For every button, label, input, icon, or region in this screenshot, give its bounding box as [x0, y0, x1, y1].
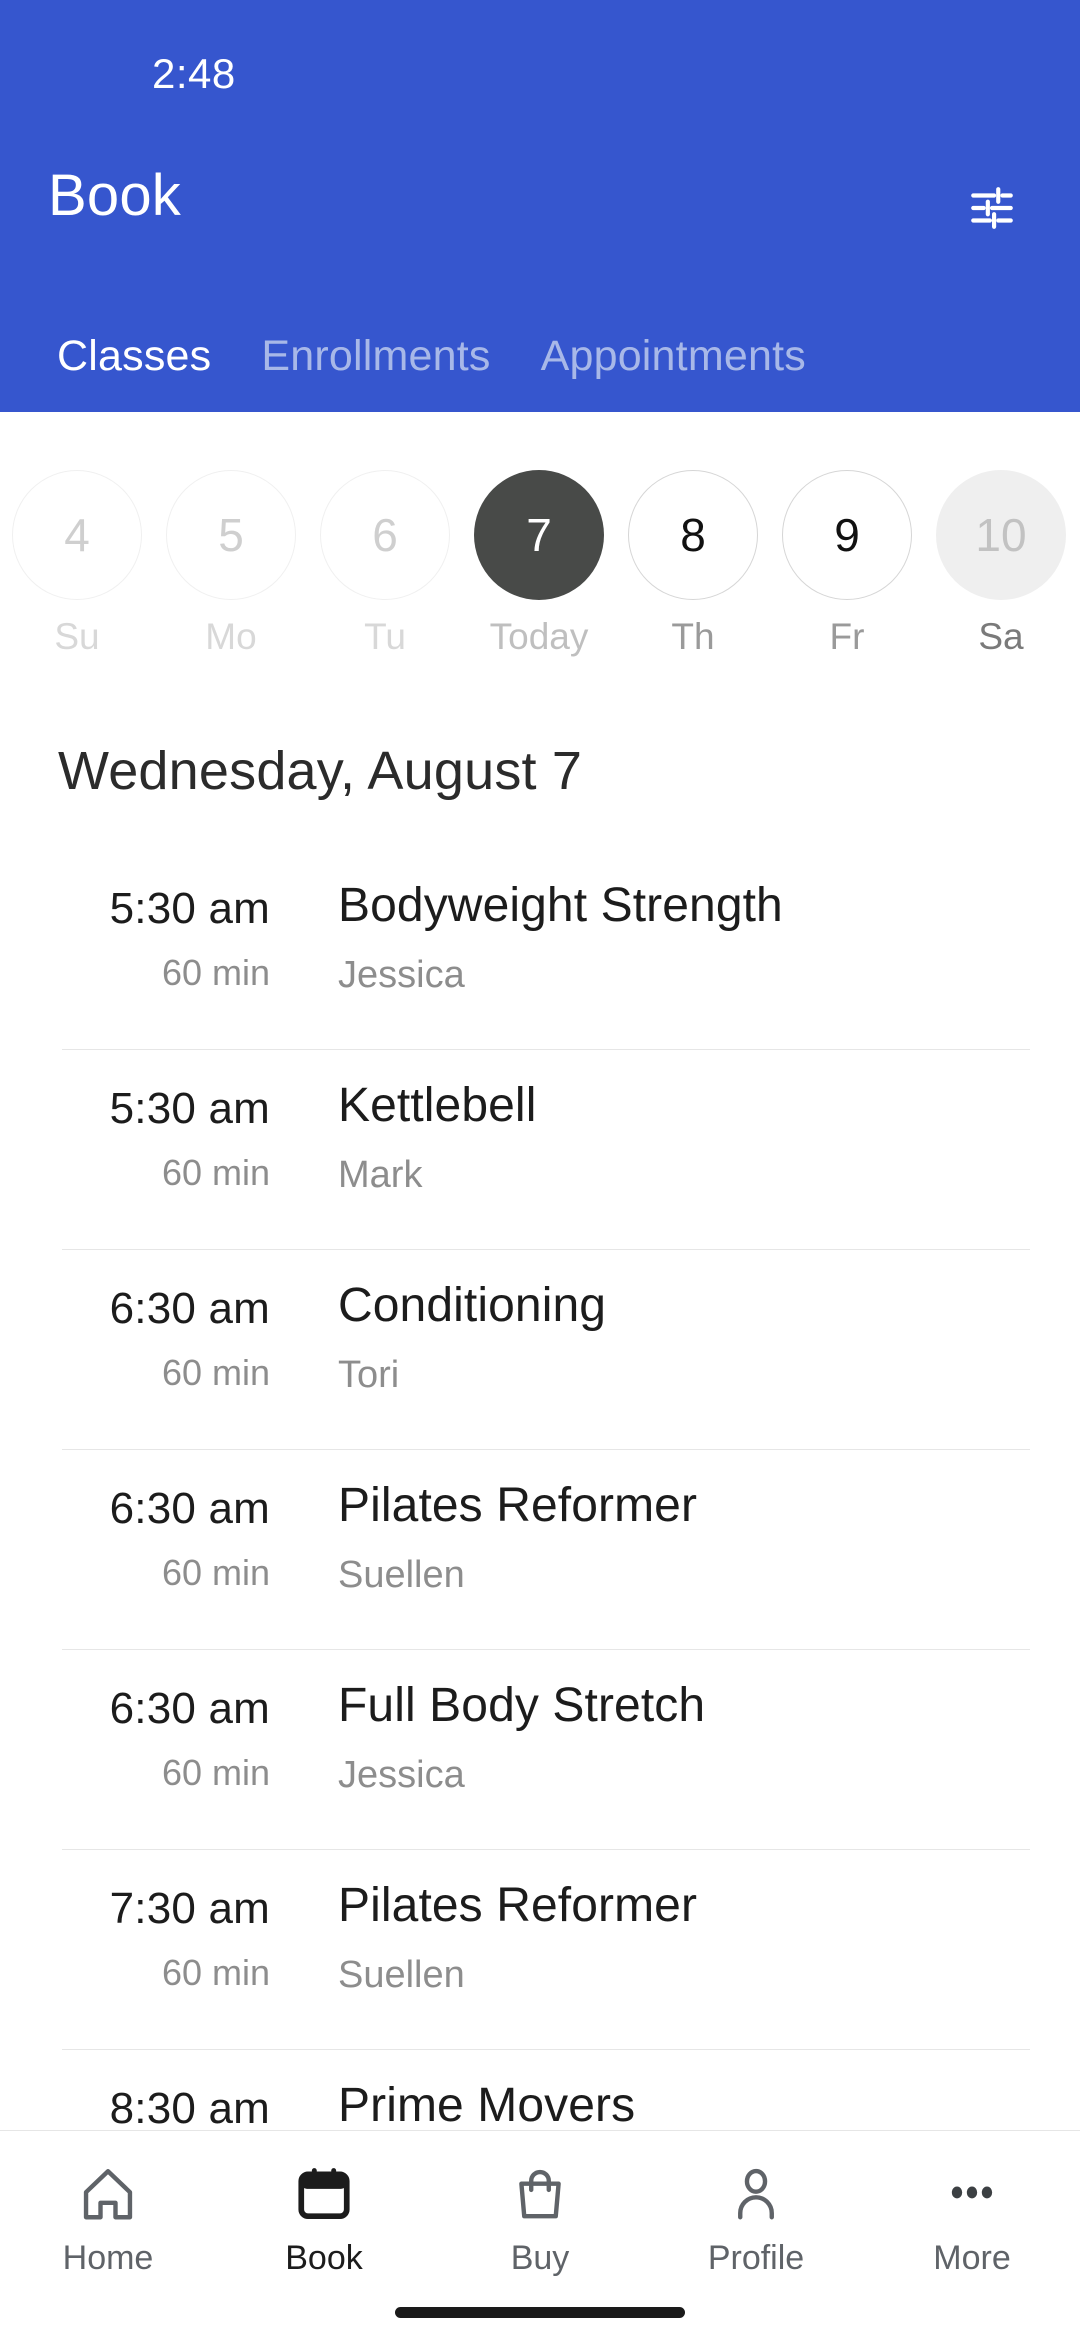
class-name: Kettlebell [338, 1079, 537, 1132]
class-time: 8:30 am [109, 2084, 270, 2130]
class-row[interactable]: 7:30 am 60 min Pilates Reformer Suellen [0, 1850, 1080, 2050]
class-time: 7:30 am [109, 1884, 270, 1933]
class-duration: 60 min [161, 1952, 270, 1993]
class-row[interactable]: 5:30 am 60 min Kettlebell Mark [0, 1050, 1080, 1250]
class-instructor: Mark [338, 1154, 423, 1196]
class-name: Conditioning [338, 1279, 607, 1332]
class-row[interactable]: 8:30 am Prime Movers [0, 2050, 1080, 2130]
app-bar: Book [0, 110, 1080, 300]
class-duration: 60 min [161, 1152, 270, 1193]
nav-label-buy: Buy [510, 2239, 570, 2277]
class-instructor: Tori [338, 1354, 400, 1396]
home-indicator [395, 2307, 685, 2318]
nav-item-profile[interactable]: Profile [648, 2131, 864, 2275]
date-weekday-6: Tu [364, 616, 406, 657]
date-cell-8[interactable]: 8 Th [616, 470, 770, 655]
filter-button[interactable] [948, 168, 1036, 248]
date-cell-10[interactable]: 10 Sa [924, 470, 1078, 655]
nav-label-profile: Profile [707, 2239, 805, 2277]
nav-label-book: Book [285, 2239, 363, 2277]
class-duration: 60 min [161, 1752, 270, 1793]
nav-label-more: More [933, 2239, 1011, 2277]
date-number-4: 4 [12, 470, 142, 600]
selected-date-heading: Wednesday, August 7 [58, 741, 583, 801]
date-number-10: 10 [936, 470, 1066, 600]
app-screen: 2:48 Book Classes Enrollments Appointmen… [0, 0, 1080, 2340]
class-name: Pilates Reformer [338, 1879, 698, 1932]
date-number-7: 7 [474, 470, 604, 600]
class-duration: 60 min [161, 1552, 270, 1593]
class-row[interactable]: 6:30 am 60 min Full Body Stretch Jessica [0, 1650, 1080, 1850]
class-instructor: Jessica [338, 954, 465, 996]
class-duration: 60 min [161, 1352, 270, 1393]
date-number-9: 9 [782, 470, 912, 600]
date-cell-5[interactable]: 5 Mo [154, 470, 308, 655]
home-icon [77, 2157, 139, 2231]
class-duration: 60 min [161, 952, 270, 993]
date-cell-9[interactable]: 9 Fr [770, 470, 924, 655]
class-name: Bodyweight Strength [338, 879, 783, 932]
page-title: Book [48, 163, 181, 228]
app-header: 2:48 Book Classes Enrollments Appointmen… [0, 0, 1080, 412]
class-instructor: Suellen [338, 1554, 465, 1596]
bottom-navigation: Home Book Buy Profile More [0, 2130, 1080, 2340]
shopping-bag-icon [509, 2157, 571, 2231]
nav-item-buy[interactable]: Buy [432, 2131, 648, 2275]
date-weekday-4: Su [54, 616, 100, 657]
class-instructor: Jessica [338, 1754, 465, 1796]
date-cell-4[interactable]: 4 Su [0, 470, 154, 655]
status-bar-clock: 2:48 [152, 50, 236, 97]
nav-item-book[interactable]: Book [216, 2131, 432, 2275]
tab-enrollments[interactable]: Enrollments [236, 332, 515, 381]
date-weekday-5: Mo [205, 616, 257, 657]
class-time: 5:30 am [109, 1084, 270, 1133]
tune-sliders-icon [964, 183, 1020, 233]
class-time: 5:30 am [109, 884, 270, 933]
status-bar: 2:48 [0, 0, 1080, 110]
date-weekday-8: Th [671, 616, 715, 657]
nav-item-more[interactable]: More [864, 2131, 1080, 2275]
class-row[interactable]: 6:30 am 60 min Pilates Reformer Suellen [0, 1450, 1080, 1650]
date-number-5: 5 [166, 470, 296, 600]
class-time: 6:30 am [109, 1484, 270, 1533]
tab-appointments[interactable]: Appointments [516, 332, 831, 381]
calendar-icon [293, 2157, 355, 2231]
class-name: Prime Movers [338, 2079, 636, 2130]
class-row[interactable]: 6:30 am 60 min Conditioning Tori [0, 1250, 1080, 1450]
person-icon [725, 2157, 787, 2231]
date-weekday-9: Fr [829, 616, 865, 657]
class-time: 6:30 am [109, 1284, 270, 1333]
date-number-8: 8 [628, 470, 758, 600]
class-name: Pilates Reformer [338, 1479, 698, 1532]
date-strip: 4 Su 5 Mo 6 Tu 7 Today 8 Th 9 Fr 10 Sa [0, 412, 1080, 655]
date-cell-6[interactable]: 6 Tu [308, 470, 462, 655]
date-weekday-10: Sa [978, 616, 1024, 657]
nav-label-home: Home [62, 2239, 154, 2277]
date-cell-7-today[interactable]: 7 Today [462, 470, 616, 655]
class-instructor: Suellen [338, 1954, 465, 1996]
date-number-6: 6 [320, 470, 450, 600]
class-row[interactable]: 5:30 am 60 min Bodyweight Strength Jessi… [0, 850, 1080, 1050]
date-weekday-7: Today [489, 616, 589, 657]
more-dots-icon [941, 2157, 1003, 2231]
nav-item-home[interactable]: Home [0, 2131, 216, 2275]
tab-bar: Classes Enrollments Appointments [0, 300, 1080, 412]
class-list[interactable]: 5:30 am 60 min Bodyweight Strength Jessi… [0, 850, 1080, 2130]
tab-classes[interactable]: Classes [32, 332, 236, 381]
class-time: 6:30 am [109, 1684, 270, 1733]
class-name: Full Body Stretch [338, 1679, 706, 1732]
